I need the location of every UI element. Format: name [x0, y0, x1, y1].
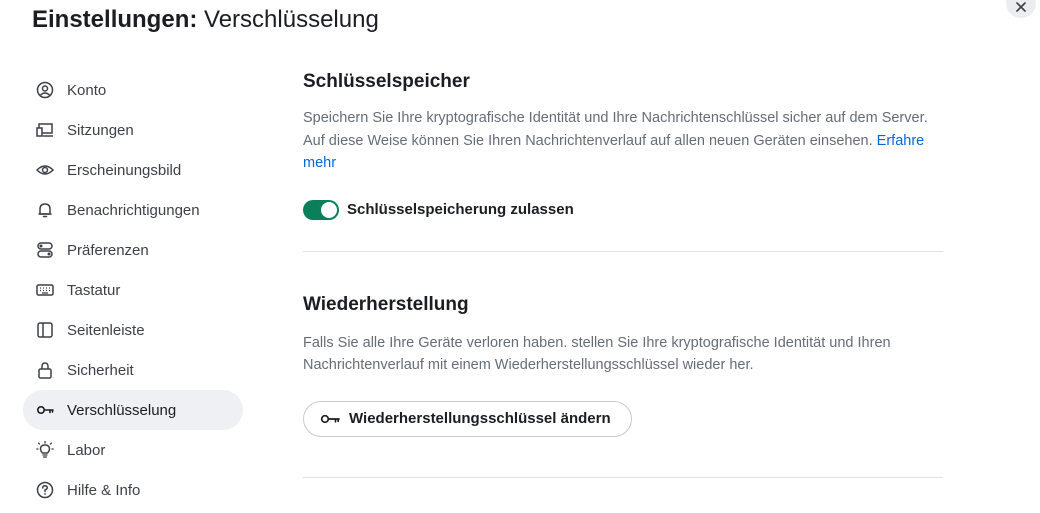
settings-content: Schlüsselspeicher Speichern Sie Ihre kry…	[303, 70, 943, 478]
sidebar-icon	[36, 321, 54, 339]
sidebar-item-seitenleiste[interactable]: Seitenleiste	[23, 310, 243, 350]
sidebar-item-label: Benachrichtigungen	[67, 201, 200, 219]
change-recovery-key-label: Wiederherstellungsschlüssel ändern	[349, 410, 611, 427]
recovery-section: Wiederherstellung Falls Sie alle Ihre Ge…	[303, 293, 943, 437]
settings-sidebar: Konto Sitzungen Erscheinungsbild Benachr…	[23, 70, 243, 510]
close-button[interactable]	[1006, 0, 1036, 18]
lightbulb-icon	[36, 441, 54, 459]
sidebar-item-praeferenzen[interactable]: Präferenzen	[23, 230, 243, 270]
preferences-icon	[36, 241, 54, 259]
bell-icon	[36, 201, 54, 219]
sidebar-item-erscheinungsbild[interactable]: Erscheinungsbild	[23, 150, 243, 190]
section-divider	[303, 250, 943, 252]
key-storage-toggle[interactable]	[303, 199, 339, 220]
sidebar-item-label: Tastatur	[67, 281, 121, 299]
key-storage-toggle-label[interactable]: Schlüsselspeicherung zulassen	[347, 201, 574, 218]
sidebar-item-konto[interactable]: Konto	[23, 70, 243, 110]
recovery-description: Falls Sie alle Ihre Geräte verloren habe…	[303, 334, 891, 374]
sidebar-item-tastatur[interactable]: Tastatur	[23, 270, 243, 310]
sidebar-item-benachrichtigungen[interactable]: Benachrichtigungen	[23, 190, 243, 230]
toggle-knob	[321, 201, 337, 218]
dialog-title-section: Verschlüsselung	[204, 6, 379, 33]
sidebar-item-verschluesselung[interactable]: Verschlüsselung	[23, 390, 243, 430]
recovery-title: Wiederherstellung	[303, 293, 469, 315]
sidebar-item-sitzungen[interactable]: Sitzungen	[23, 110, 243, 150]
sidebar-item-label: Hilfe & Info	[67, 481, 141, 499]
section-divider	[303, 476, 943, 478]
key-icon	[320, 412, 340, 426]
change-recovery-key-button[interactable]: Wiederherstellungsschlüssel ändern	[303, 400, 632, 437]
user-circle-icon	[36, 81, 54, 99]
key-icon	[36, 401, 54, 419]
sidebar-item-sicherheit[interactable]: Sicherheit	[23, 350, 243, 390]
sidebar-item-label: Seitenleiste	[67, 321, 145, 339]
sidebar-item-labor[interactable]: Labor	[23, 430, 243, 470]
sidebar-item-label: Präferenzen	[67, 241, 149, 259]
key-storage-title: Schlüsselspeicher	[303, 71, 470, 92]
sidebar-item-label: Labor	[67, 441, 106, 459]
sidebar-item-label: Verschlüsselung	[67, 401, 177, 419]
eye-icon	[36, 161, 54, 179]
sidebar-item-label: Sicherheit	[67, 361, 134, 379]
key-storage-section: Schlüsselspeicher Speichern Sie Ihre kry…	[303, 70, 943, 220]
sidebar-item-hilfe-info[interactable]: Hilfe & Info	[23, 470, 243, 510]
sidebar-item-label: Konto	[67, 81, 107, 99]
close-icon	[1016, 2, 1026, 12]
lock-icon	[36, 361, 54, 379]
settings-dialog: Einstellungen: Verschlüsselung Konto Sit…	[0, 0, 1040, 513]
key-storage-description: Speichern Sie Ihre kryptografische Ident…	[303, 107, 943, 175]
help-circle-icon	[36, 481, 54, 499]
sidebar-item-label: Erscheinungsbild	[67, 161, 182, 179]
devices-icon	[36, 121, 54, 139]
key-storage-toggle-row: Schlüsselspeicherung zulassen	[303, 199, 943, 220]
sidebar-item-label: Sitzungen	[67, 121, 134, 139]
key-storage-description-text: Speichern Sie Ihre kryptografische Ident…	[303, 110, 928, 149]
dialog-title-prefix: Einstellungen:	[32, 6, 198, 33]
keyboard-icon	[36, 281, 54, 299]
dialog-title: Einstellungen: Verschlüsselung	[32, 6, 379, 34]
